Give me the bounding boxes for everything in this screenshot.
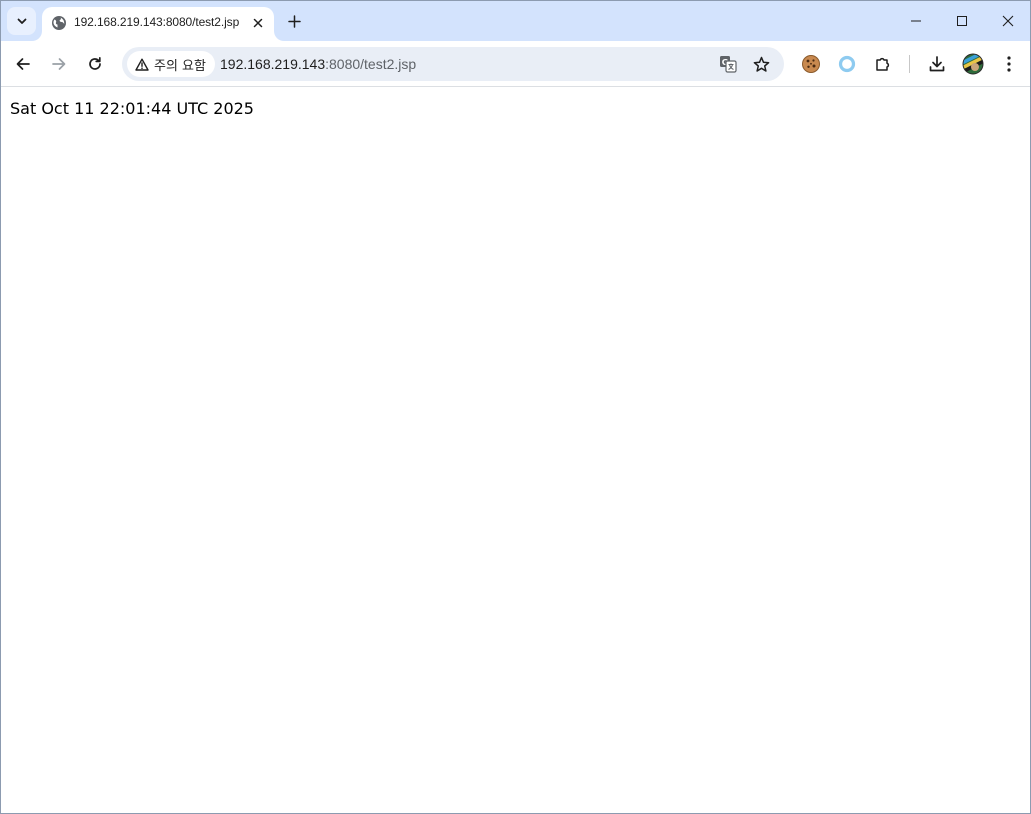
url-path: :8080/test2.jsp xyxy=(325,56,417,72)
cookie-icon xyxy=(802,55,820,73)
tab-title: 192.168.219.143:8080/test2.jsp xyxy=(74,15,240,29)
forward-button[interactable] xyxy=(45,50,73,78)
reload-button[interactable] xyxy=(81,50,109,78)
maximize-button[interactable] xyxy=(939,1,985,41)
warning-triangle-icon xyxy=(135,58,149,71)
maximize-icon xyxy=(957,16,967,26)
translate-button[interactable]: G xyxy=(716,52,740,76)
address-bar[interactable]: 주의 요함 192.168.219.143:8080/test2.jsp G xyxy=(122,47,784,81)
translate-icon: G xyxy=(720,56,737,73)
ring-extension-button[interactable] xyxy=(834,51,860,77)
plus-icon xyxy=(287,14,301,28)
puzzle-icon xyxy=(876,57,890,71)
profile-avatar-icon xyxy=(962,53,984,75)
tab-active[interactable]: 192.168.219.143:8080/test2.jsp xyxy=(42,7,274,41)
back-arrow-icon xyxy=(16,58,30,70)
minimize-icon xyxy=(911,20,921,22)
close-window-button[interactable] xyxy=(985,1,1030,41)
ring-icon xyxy=(838,55,856,73)
tab-strip: 192.168.219.143:8080/test2.jsp xyxy=(1,1,1030,41)
menu-button[interactable] xyxy=(996,51,1022,77)
close-icon xyxy=(253,18,263,28)
download-icon xyxy=(929,56,945,72)
bookmark-button[interactable] xyxy=(749,52,773,76)
reload-icon xyxy=(89,56,101,70)
downloads-button[interactable] xyxy=(924,51,950,77)
extensions-button[interactable] xyxy=(870,51,896,77)
server-date-text: Sat Oct 11 22:01:44 UTC 2025 xyxy=(10,99,254,118)
globe-icon xyxy=(52,16,66,30)
browser-toolbar: 주의 요함 192.168.219.143:8080/test2.jsp G xyxy=(1,41,1030,87)
star-icon xyxy=(753,56,769,72)
browser-window: 192.168.219.143:8080/test2.jsp 주의 요함 192… xyxy=(0,0,1031,814)
toolbar-divider xyxy=(909,55,910,73)
kebab-menu-icon xyxy=(1007,56,1011,72)
url-host: 192.168.219.143 xyxy=(220,56,326,72)
security-chip[interactable]: 주의 요함 xyxy=(127,51,215,77)
url-text[interactable]: 192.168.219.143:8080/test2.jsp xyxy=(220,56,416,72)
security-label: 주의 요함 xyxy=(154,58,206,74)
avatar[interactable] xyxy=(960,51,986,77)
forward-arrow-icon xyxy=(52,58,66,70)
close-icon xyxy=(1002,15,1014,27)
tab-close-button[interactable] xyxy=(249,14,267,32)
chevron-down-icon xyxy=(17,18,26,24)
cookie-extension-button[interactable] xyxy=(798,51,824,77)
page-content: Sat Oct 11 22:01:44 UTC 2025 xyxy=(1,88,1030,813)
back-button[interactable] xyxy=(9,50,37,78)
new-tab-button[interactable] xyxy=(282,9,306,33)
minimize-button[interactable] xyxy=(893,1,939,41)
